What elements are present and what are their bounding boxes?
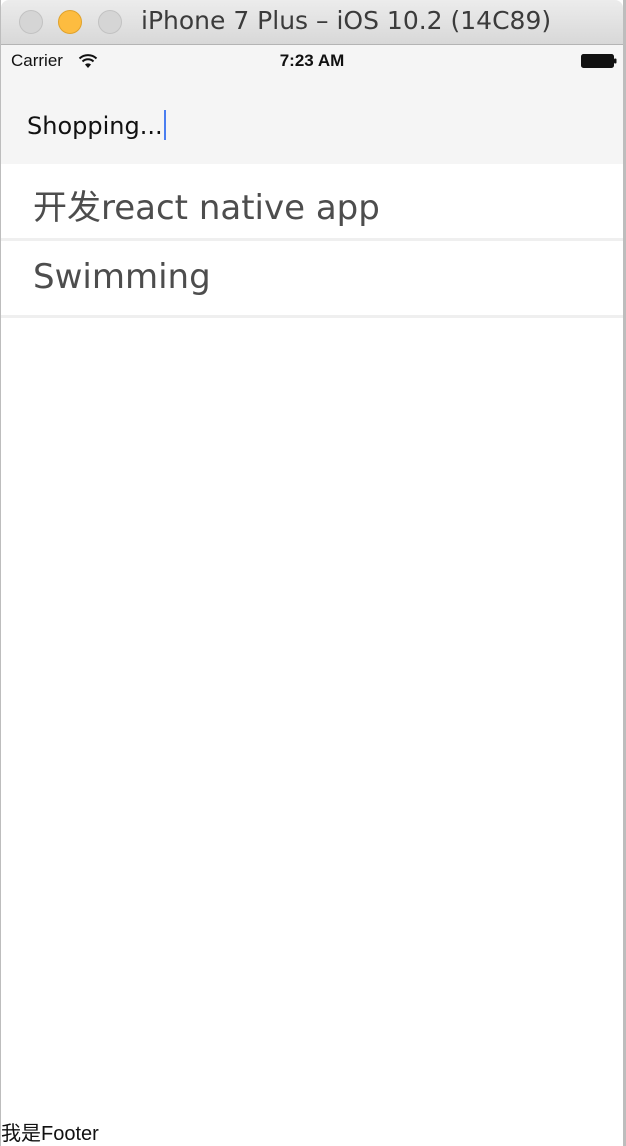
new-todo-input-value: Shopping...: [27, 112, 163, 140]
todo-item-label: Swimming: [33, 257, 211, 297]
new-todo-input[interactable]: Shopping...: [27, 110, 166, 140]
battery-icon: [581, 54, 617, 68]
ios-status-bar: Carrier 7:23 AM: [1, 45, 623, 77]
todo-list: 开发react native app Swimming: [1, 164, 623, 318]
minimize-window-button[interactable]: [58, 10, 82, 34]
footer-text: 我是Footer: [1, 1123, 99, 1145]
simulator-window: iPhone 7 Plus – iOS 10.2 (14C89) Carrier…: [0, 0, 626, 1146]
zoom-window-button[interactable]: [98, 10, 122, 34]
status-time: 7:23 AM: [279, 51, 345, 70]
todo-item[interactable]: 开发react native app: [1, 164, 623, 241]
close-window-button[interactable]: [19, 10, 43, 34]
todo-header: Shopping...: [1, 77, 623, 164]
text-caret: [163, 110, 166, 140]
window-title: iPhone 7 Plus – iOS 10.2 (14C89): [141, 6, 552, 35]
window-titlebar[interactable]: iPhone 7 Plus – iOS 10.2 (14C89): [1, 0, 623, 45]
todo-item[interactable]: Swimming: [1, 241, 623, 318]
todo-item-label: 开发react native app: [33, 188, 380, 228]
